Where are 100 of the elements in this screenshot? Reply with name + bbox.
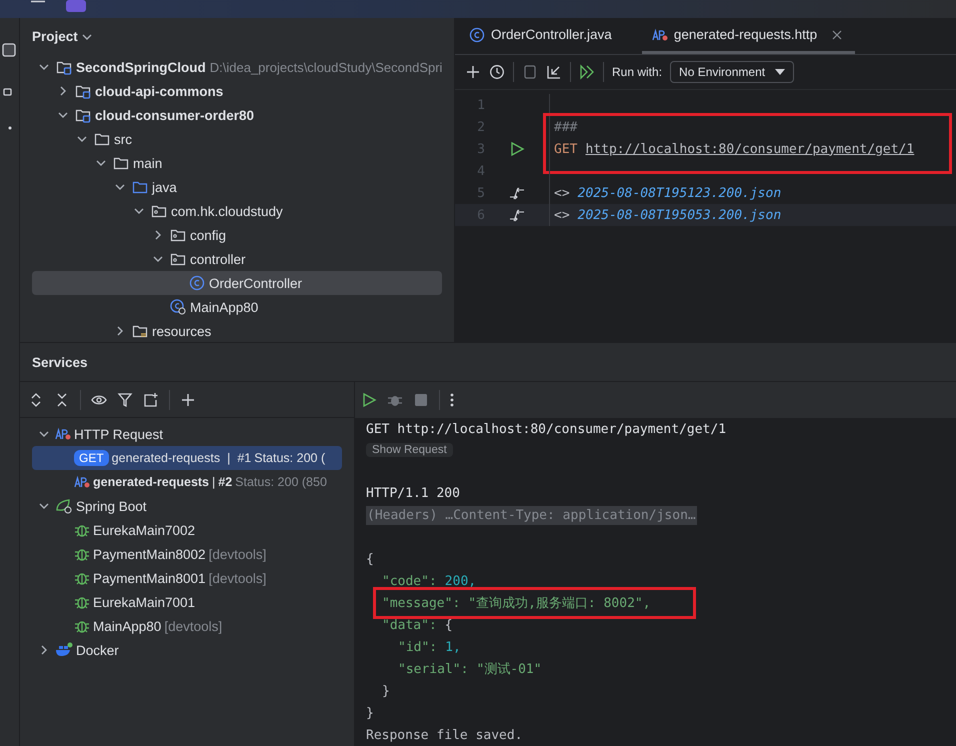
json-key: "code":	[382, 574, 437, 588]
service-item[interactable]: Spring Boot	[32, 494, 342, 518]
devtools-hint: [devtools]	[208, 570, 266, 586]
swap-arrows-icon	[509, 185, 525, 201]
chevron-down-icon	[134, 206, 144, 216]
clock-icon	[489, 64, 505, 80]
run-icon	[509, 141, 525, 157]
http-method: GET	[554, 142, 578, 156]
service-item[interactable]: PaymentMain8001 [devtools]	[32, 566, 342, 590]
chevron-right-icon	[39, 645, 49, 655]
chevron-down-icon	[39, 501, 49, 511]
json-value: 1,	[445, 640, 461, 654]
service-item[interactable]: Docker	[32, 638, 342, 662]
show-request-button[interactable]: Show Request	[366, 443, 453, 457]
tree-item[interactable]: com.hk.cloudstudy	[32, 199, 442, 223]
response-saved-text: Response file saved.	[366, 728, 523, 742]
environment-dropdown[interactable]: No Environment	[670, 61, 794, 83]
service-item[interactable]: EurekaMain7001	[32, 590, 342, 614]
run-number: #1	[237, 451, 252, 465]
more-icon	[450, 393, 454, 407]
chevron-down-icon	[39, 62, 49, 72]
service-item[interactable]: GET generated-requests | #1 Status: 200 (	[32, 446, 342, 470]
json-value: "查询成功,服务端口: 8002",	[468, 595, 651, 612]
run-with-label: Run with:	[612, 65, 662, 79]
run-all-icon	[579, 64, 595, 80]
service-label: EurekaMain7002	[93, 522, 196, 538]
json-key: "serial":	[398, 662, 468, 676]
service-item[interactable]: EurekaMain7002	[32, 518, 342, 542]
editor-tab[interactable]: generated-requests.http	[642, 18, 856, 54]
separator-text: |	[212, 475, 216, 489]
service-item[interactable]: HTTP Request	[32, 422, 342, 446]
tree-item[interactable]: java	[32, 175, 442, 199]
chevron-down-icon	[82, 32, 92, 42]
json-brace: {	[366, 552, 374, 566]
tree-item-label: java	[152, 180, 177, 194]
service-label: PaymentMain8002	[93, 546, 206, 562]
module-folder-icon	[75, 107, 91, 123]
new-tab-icon	[143, 392, 159, 408]
run-number: #2	[218, 475, 232, 489]
tree-item[interactable]: cloud-api-commons	[32, 79, 442, 103]
separator-text: |	[226, 451, 232, 465]
chevron-down-icon	[77, 134, 87, 144]
service-label: MainApp80	[93, 618, 162, 634]
tree-item-label: SecondSpringCloud	[76, 60, 206, 74]
api-icon	[652, 26, 668, 42]
add-icon	[180, 392, 196, 408]
response-file-link[interactable]: 2025-08-08T195053.200.json	[578, 208, 782, 222]
tree-item[interactable]: controller	[32, 247, 442, 271]
tree-item[interactable]: config	[32, 223, 442, 247]
tree-item-label: config	[190, 228, 226, 242]
status-text: Status: 200 (	[254, 451, 326, 465]
json-value: 200,	[444, 574, 476, 588]
service-item[interactable]: PaymentMain8002 [devtools]	[32, 542, 342, 566]
tree-item[interactable]: cloud-consumer-order80	[32, 103, 442, 127]
json-key: "id":	[398, 640, 438, 654]
folder-icon	[94, 131, 110, 147]
tree-item[interactable]: OrderController	[32, 271, 442, 295]
chevron-down-icon	[96, 158, 106, 168]
chevron-down-icon	[39, 429, 49, 439]
tree-item[interactable]: SecondSpringCloud D:\idea_projects\cloudStudy\SecondSpri	[32, 55, 442, 79]
chevron-down-icon	[153, 254, 163, 264]
json-value: "测试-01"	[476, 661, 542, 678]
project-icon	[2, 42, 18, 58]
service-label: Spring Boot	[76, 498, 147, 514]
package-icon	[170, 227, 186, 243]
tree-item[interactable]: resources	[32, 319, 442, 342]
tree-item-label: resources	[152, 324, 212, 338]
whale-icon	[55, 642, 73, 658]
status-line: HTTP/1.1 200	[366, 486, 460, 500]
service-label: HTTP Request	[74, 426, 164, 442]
service-item[interactable]: generated-requests | #2 Status: 200 (850	[32, 470, 342, 494]
tree-item-label: src	[114, 132, 132, 146]
package-icon	[151, 203, 167, 219]
service-label: generated-requests	[112, 451, 220, 465]
response-marker: <>	[554, 208, 570, 222]
module-folder-icon	[75, 83, 91, 99]
panel-title: Services	[32, 354, 88, 370]
chevron-right-icon	[153, 230, 163, 240]
service-item[interactable]: MainApp80 [devtools]	[32, 614, 342, 638]
stop-icon	[413, 392, 429, 408]
response-file-link[interactable]: 2025-08-08T195123.200.json	[578, 186, 782, 200]
editor-tab[interactable]: OrderController.java	[459, 18, 622, 54]
add-icon	[465, 64, 481, 80]
json-brace: }	[366, 706, 374, 720]
separator-comment: ###	[554, 120, 578, 134]
menu-icon	[30, 0, 46, 3]
tree-item-label: controller	[190, 252, 246, 266]
chevron-down-icon	[58, 110, 68, 120]
panel-title[interactable]: Project	[32, 29, 78, 44]
service-label: PaymentMain8001	[93, 570, 206, 586]
tree-item[interactable]: MainApp80	[32, 295, 442, 319]
tree-item-label: OrderController	[209, 276, 302, 290]
status-text: Status: 200 (850	[235, 475, 327, 489]
service-label: Docker	[76, 642, 119, 658]
request-url[interactable]: http://localhost:80/consumer/payment/get/1	[585, 142, 914, 156]
json-key: "data":	[382, 618, 437, 632]
chevron-down-icon	[115, 182, 125, 192]
tree-item[interactable]: main	[32, 151, 442, 175]
tree-item[interactable]: src	[32, 127, 442, 151]
package-icon	[170, 251, 186, 267]
